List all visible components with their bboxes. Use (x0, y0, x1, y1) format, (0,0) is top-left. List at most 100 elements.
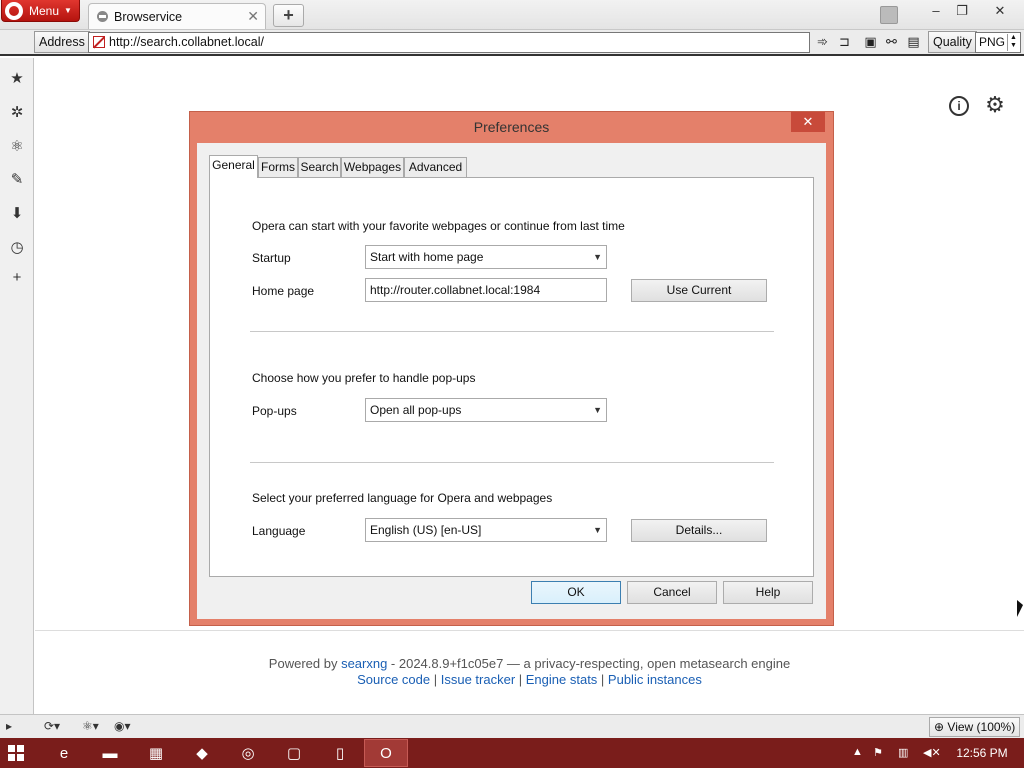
language-value: English (US) [en-US] (370, 523, 482, 537)
public-instances-link[interactable]: Public instances (608, 672, 702, 687)
page-footer: Powered by searxng - 2024.8.9+f1c05e7 — … (35, 656, 1024, 688)
status-bar: ▸ ⟳▾ ⚛▾ ◉▾ ⊕ View (100%) (0, 714, 1024, 738)
tab-general[interactable]: General (209, 155, 258, 178)
tab-advanced[interactable]: Advanced (404, 157, 467, 177)
popups-value: Open all pop-ups (370, 403, 462, 417)
tab-search[interactable]: Search (298, 157, 341, 177)
downloads-icon[interactable]: ⬇ (8, 205, 26, 223)
history-icon[interactable]: ◷ (8, 239, 26, 257)
footer-divider (35, 630, 1024, 631)
taskbar-clock[interactable]: 12:56 PM (952, 738, 1012, 768)
url-input[interactable]: http://search.collabnet.local/ (88, 32, 810, 53)
windows-start-icon[interactable] (8, 745, 24, 761)
close-tab-icon[interactable]: ✕ (247, 8, 259, 25)
tab-strip: Menu ▼ Browservice ✕ + – ❐ ✕ (0, 0, 1024, 30)
opera-menu-button[interactable]: Menu ▼ (1, 0, 80, 22)
general-panel: Opera can start with your favorite webpa… (209, 177, 814, 577)
gear-icon[interactable]: ⚙ (985, 94, 1005, 116)
homepage-input[interactable]: http://router.collabnet.local:1984 (365, 278, 607, 302)
help-button[interactable]: Help (723, 581, 813, 604)
view-label: View (100%) (947, 720, 1016, 734)
opera-logo-icon (5, 1, 23, 20)
new-tab-button[interactable]: + (273, 4, 304, 27)
tab-forms[interactable]: Forms (258, 157, 298, 177)
dialog-title: Preferences (473, 119, 550, 135)
footer-sep: | (597, 672, 608, 687)
info-icon[interactable]: i (949, 96, 969, 116)
popups-label: Pop-ups (252, 404, 297, 418)
tray-expand-icon[interactable]: ▲ (852, 746, 863, 758)
section-divider (250, 331, 774, 332)
mouse-cursor-icon (1017, 600, 1023, 617)
address-label: Address (34, 31, 90, 53)
section-divider (250, 462, 774, 463)
footer-sep: | (430, 672, 441, 687)
popups-section-heading: Choose how you prefer to handle pop-ups (252, 371, 476, 385)
popups-select[interactable]: Open all pop-ups ▼ (365, 398, 607, 422)
use-current-button[interactable]: Use Current (631, 279, 767, 302)
toggle-panel-icon[interactable]: ▸ (6, 719, 12, 733)
zoom-icon: ⊕ (934, 720, 945, 734)
footer-sep: | (515, 672, 526, 687)
network-app-icon[interactable]: ◎ (226, 739, 270, 767)
unite-icon[interactable]: ⚛ (8, 138, 26, 156)
quality-select[interactable]: PNG ▲ ▼ (975, 32, 1021, 53)
close-window-icon[interactable]: ✕ (987, 2, 1013, 22)
notes-icon[interactable]: ✎ (8, 171, 26, 189)
opera-taskbar-icon[interactable]: O (364, 739, 408, 767)
volume-muted-icon[interactable]: ◀✕ (923, 746, 941, 759)
print-icon[interactable]: ▣ (862, 34, 879, 51)
find-icon[interactable]: ⚯ (883, 34, 900, 51)
homepage-label: Home page (252, 284, 315, 298)
startup-select[interactable]: Start with home page ▼ (365, 245, 607, 269)
restore-icon[interactable]: ❐ (949, 2, 975, 22)
tab-browservice[interactable]: Browservice ✕ (88, 3, 266, 29)
internet-explorer-icon[interactable]: e (42, 739, 86, 767)
chevron-down-icon: ▼ (593, 405, 602, 415)
settings-icon[interactable]: ✲ (8, 104, 26, 122)
cancel-button[interactable]: Cancel (627, 581, 717, 604)
add-panel-icon[interactable]: + (8, 269, 26, 287)
tab-webpages[interactable]: Webpages (341, 157, 404, 177)
source-code-link[interactable]: Source code (357, 672, 430, 687)
startup-section-heading: Opera can start with your favorite webpa… (252, 219, 625, 233)
language-select[interactable]: English (US) [en-US] ▼ (365, 518, 607, 542)
spreadsheet-app-icon[interactable]: ▦ (134, 739, 178, 767)
sync-icon[interactable]: ⟳▾ (44, 719, 60, 733)
network-tray-icon[interactable]: ▥ (898, 746, 908, 759)
file-explorer-icon[interactable]: ▬ (88, 739, 132, 767)
zoom-view-button[interactable]: ⊕ View (100%) (929, 717, 1020, 737)
startup-value: Start with home page (370, 250, 484, 264)
bookmarks-icon[interactable]: ★ (8, 70, 26, 88)
notepad-icon[interactable]: ▯ (318, 739, 362, 767)
startup-label: Startup (252, 251, 291, 265)
dialog-close-button[interactable]: ✕ (791, 112, 825, 132)
go-arrow-icon[interactable]: ➾ (814, 34, 831, 51)
tab-title: Browservice (114, 9, 183, 24)
ok-button[interactable]: OK (531, 581, 621, 604)
searxng-link[interactable]: searxng (341, 656, 387, 671)
dialog-body: General Forms Search Webpages Advanced O… (197, 143, 826, 619)
engine-stats-link[interactable]: Engine stats (526, 672, 598, 687)
clipboard-icon[interactable]: ▤ (905, 34, 922, 51)
flag-icon[interactable]: ⚑ (873, 746, 883, 759)
quality-value: PNG (979, 35, 1006, 49)
address-bar: Address http://search.collabnet.local/ ➾… (0, 30, 1024, 56)
minimize-icon[interactable]: – (923, 2, 949, 22)
spinner-icon[interactable]: ▲ ▼ (1007, 34, 1019, 51)
windows-taskbar: e ▬ ▦ ◆ ◎ ▢ ▯ O ▲ ⚑ ▥ ◀✕ 12:56 PM (0, 738, 1024, 768)
chevron-down-icon: ▼ (593, 252, 602, 262)
chevron-down-icon: ▼ (64, 6, 72, 15)
language-label: Language (252, 524, 306, 538)
powered-suffix: - 2024.8.9+f1c05e7 — a privacy-respectin… (387, 656, 791, 671)
turbo-icon[interactable]: ◉▾ (114, 719, 131, 733)
issue-tracker-link[interactable]: Issue tracker (441, 672, 515, 687)
quality-label: Quality (928, 31, 977, 53)
red-app-icon[interactable]: ◆ (180, 739, 224, 767)
unite-status-icon[interactable]: ⚛▾ (82, 719, 99, 733)
details-button[interactable]: Details... (631, 519, 767, 542)
powered-prefix: Powered by (268, 656, 342, 671)
bookmark-icon[interactable]: ⊐ (836, 34, 853, 51)
window-app-icon[interactable]: ▢ (272, 739, 316, 767)
trash-icon[interactable] (880, 6, 898, 24)
